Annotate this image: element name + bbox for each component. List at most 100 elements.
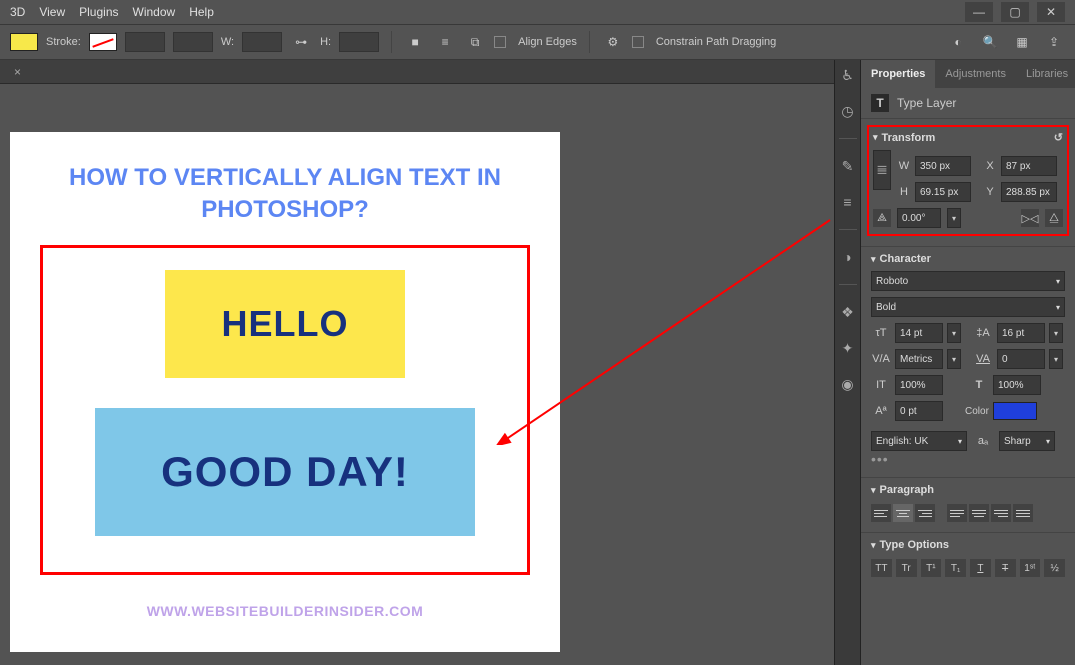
chevron-down-icon[interactable]: ▾ bbox=[871, 485, 876, 496]
align-center-button[interactable] bbox=[893, 504, 913, 522]
minimize-button[interactable]: — bbox=[965, 2, 993, 22]
rail-paths-icon[interactable]: ✦ bbox=[839, 339, 857, 357]
panel-tab-strip: Properties Adjustments Libraries bbox=[861, 60, 1075, 88]
justify-all-button[interactable] bbox=[1013, 504, 1033, 522]
rail-separator bbox=[839, 229, 857, 230]
antialias-select[interactable]: Sharp▾ bbox=[999, 431, 1055, 451]
kerning-input[interactable] bbox=[895, 349, 943, 369]
font-size-input[interactable] bbox=[895, 323, 943, 343]
constrain-label: Constrain Path Dragging bbox=[656, 36, 776, 48]
justify-right-button[interactable] bbox=[991, 504, 1011, 522]
allcaps-button[interactable]: T¹ bbox=[921, 559, 942, 577]
font-size-dropdown[interactable]: ▾ bbox=[947, 323, 961, 343]
baseline-input[interactable] bbox=[895, 401, 943, 421]
chevron-down-icon[interactable]: ▾ bbox=[873, 132, 878, 143]
rail-channels-icon[interactable]: ◉ bbox=[839, 375, 857, 393]
goodday-text-box[interactable]: GOOD DAY! bbox=[95, 408, 475, 536]
rail-history-icon[interactable]: ♿︎ bbox=[839, 66, 857, 84]
cloud-account-icon[interactable]: ◐ bbox=[947, 31, 969, 53]
type-options-title: Type Options bbox=[880, 539, 949, 551]
fractions-button[interactable]: ½ bbox=[1044, 559, 1065, 577]
align-icon[interactable]: ≡ bbox=[434, 31, 456, 53]
text-color-swatch[interactable] bbox=[993, 402, 1037, 420]
angle-dropdown[interactable]: ▾ bbox=[947, 208, 961, 228]
flip-horizontal-icon[interactable]: ▷◁ bbox=[1021, 209, 1039, 227]
superscript-button[interactable]: T bbox=[970, 559, 991, 577]
paragraph-title: Paragraph bbox=[880, 484, 934, 496]
transform-y-input[interactable] bbox=[1001, 182, 1057, 202]
tracking-dropdown[interactable]: ▾ bbox=[1049, 349, 1063, 369]
menu-help[interactable]: Help bbox=[189, 5, 214, 19]
rail-swatch-icon[interactable]: ≡ bbox=[839, 193, 857, 211]
height-input[interactable] bbox=[339, 32, 379, 52]
tab-close-icon[interactable]: × bbox=[8, 65, 27, 79]
layer-type-header: T Type Layer bbox=[861, 88, 1075, 119]
language-select[interactable]: English: UK▾ bbox=[871, 431, 967, 451]
hello-text-box[interactable]: HELLO bbox=[165, 270, 405, 378]
selection-frame: HELLO GOOD DAY! bbox=[40, 245, 530, 575]
menu-window[interactable]: Window bbox=[133, 5, 176, 19]
w-label: W bbox=[897, 160, 911, 172]
canvas-area: × HOW TO VERTICALLY ALIGN TEXT IN PHOTOS… bbox=[0, 60, 834, 665]
font-family-select[interactable]: Roboto▾ bbox=[871, 271, 1065, 291]
fill-swatch[interactable] bbox=[10, 33, 38, 51]
flip-vertical-icon[interactable]: ⧋ bbox=[1045, 209, 1063, 227]
font-weight-select[interactable]: Bold▾ bbox=[871, 297, 1065, 317]
transform-height-input[interactable] bbox=[915, 182, 971, 202]
smallcaps-button[interactable]: T₁ bbox=[945, 559, 966, 577]
rail-color-icon[interactable]: ◑ bbox=[839, 248, 857, 266]
hscale-input[interactable] bbox=[993, 375, 1041, 395]
menu-view[interactable]: View bbox=[39, 5, 65, 19]
kerning-dropdown[interactable]: ▾ bbox=[947, 349, 961, 369]
menu-plugins[interactable]: Plugins bbox=[79, 5, 118, 19]
constrain-checkbox[interactable] bbox=[632, 36, 644, 48]
rail-separator bbox=[839, 284, 857, 285]
chevron-down-icon[interactable]: ▾ bbox=[871, 540, 876, 551]
tab-libraries[interactable]: Libraries bbox=[1016, 60, 1075, 88]
search-icon[interactable]: 🔍 bbox=[979, 31, 1001, 53]
reset-icon[interactable]: ↺ bbox=[1054, 131, 1063, 144]
subscript-button[interactable]: T bbox=[995, 559, 1016, 577]
stroke-style-input[interactable] bbox=[173, 32, 213, 52]
rail-brush-icon[interactable]: ✎ bbox=[839, 157, 857, 175]
faux-italic-button[interactable]: Tr bbox=[896, 559, 917, 577]
rail-separator bbox=[839, 138, 857, 139]
chevron-down-icon[interactable]: ▾ bbox=[871, 254, 876, 265]
tracking-input[interactable] bbox=[997, 349, 1045, 369]
width-input[interactable] bbox=[242, 32, 282, 52]
tab-properties[interactable]: Properties bbox=[861, 60, 935, 88]
link-dimensions-icon[interactable]: 𝌆 bbox=[873, 150, 891, 190]
type-options-section: ▾ Type Options TT Tr T¹ T₁ T T 1ˢᵗ ½ bbox=[861, 533, 1075, 587]
stroke-width-input[interactable] bbox=[125, 32, 165, 52]
workspace-icon[interactable]: ▦ bbox=[1011, 31, 1033, 53]
tab-adjustments[interactable]: Adjustments bbox=[935, 60, 1016, 88]
leading-input[interactable] bbox=[997, 323, 1045, 343]
character-overflow-menu[interactable]: ••• bbox=[871, 451, 1065, 467]
faux-bold-button[interactable]: TT bbox=[871, 559, 892, 577]
gear-icon[interactable]: ⚙ bbox=[602, 31, 624, 53]
rail-clock-icon[interactable]: ◷ bbox=[839, 102, 857, 120]
canvas-title-text: HOW TO VERTICALLY ALIGN TEXT IN PHOTOSHO… bbox=[10, 132, 560, 245]
menu-3d[interactable]: 3D bbox=[10, 5, 25, 19]
stroke-swatch[interactable] bbox=[89, 33, 117, 51]
ordinal-button[interactable]: 1ˢᵗ bbox=[1020, 559, 1041, 577]
width-label: W: bbox=[221, 36, 234, 48]
align-left-button[interactable] bbox=[871, 504, 891, 522]
transform-angle-input[interactable] bbox=[897, 208, 941, 228]
path-mode-icon[interactable]: ■ bbox=[404, 31, 426, 53]
close-button[interactable]: ✕ bbox=[1037, 2, 1065, 22]
align-edges-checkbox[interactable] bbox=[494, 36, 506, 48]
maximize-button[interactable]: ▢ bbox=[1001, 2, 1029, 22]
link-wh-icon[interactable]: ⊶ bbox=[290, 31, 312, 53]
justify-left-button[interactable] bbox=[947, 504, 967, 522]
transform-width-input[interactable] bbox=[915, 156, 971, 176]
justify-center-button[interactable] bbox=[969, 504, 989, 522]
vscale-input[interactable] bbox=[895, 375, 943, 395]
leading-dropdown[interactable]: ▾ bbox=[1049, 323, 1063, 343]
rail-layers-icon[interactable]: ❖ bbox=[839, 303, 857, 321]
align-right-button[interactable] bbox=[915, 504, 935, 522]
share-icon[interactable]: ⇪ bbox=[1043, 31, 1065, 53]
arrange-icon[interactable]: ⧉ bbox=[464, 31, 486, 53]
transform-x-input[interactable] bbox=[1001, 156, 1057, 176]
document-canvas[interactable]: HOW TO VERTICALLY ALIGN TEXT IN PHOTOSHO… bbox=[10, 132, 560, 652]
